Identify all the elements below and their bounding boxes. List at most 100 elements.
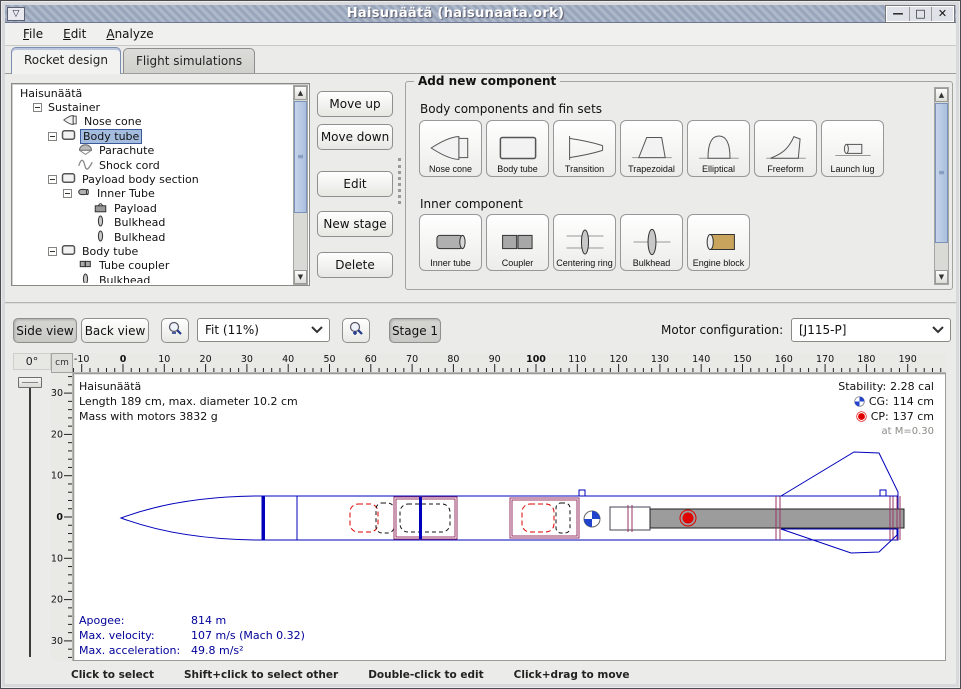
scroll-up-icon[interactable]: ▲: [935, 88, 948, 102]
delete-button[interactable]: Delete: [317, 252, 393, 278]
tree-item-inner-tube[interactable]: Inner Tube: [14, 187, 292, 201]
tree-item-shock-cord[interactable]: Shock cord: [14, 158, 292, 172]
back-view-button[interactable]: Back view: [81, 318, 149, 343]
tree-expander-icon[interactable]: [48, 247, 57, 256]
tree-scrollbar[interactable]: ▲ ≡ ▼: [293, 85, 308, 285]
tree-expander-icon[interactable]: [48, 132, 57, 141]
elliptical-icon: [697, 133, 741, 163]
stage-1-toggle[interactable]: Stage 1: [389, 318, 441, 343]
tree-item-body-tube[interactable]: Body tube: [14, 244, 292, 258]
svg-text:30: 30: [51, 636, 63, 647]
tree-scrollbar-thumb[interactable]: ≡: [294, 101, 307, 213]
cg-legend-icon: [854, 396, 865, 407]
svg-text:130: 130: [651, 354, 669, 365]
rotation-angle-label: 0°: [13, 353, 51, 370]
add-coupler-button[interactable]: Coupler: [486, 214, 549, 271]
menu-item-analyze[interactable]: Analyze: [96, 25, 163, 43]
window-menu-icon[interactable]: ▽: [7, 7, 25, 21]
add-body-tube-button[interactable]: Body tube: [486, 120, 549, 177]
tree-item-bulkhead[interactable]: Bulkhead: [14, 230, 292, 244]
tree-item-nose-cone[interactable]: Nose cone: [14, 115, 292, 129]
add-launch-lug-button[interactable]: Launch lug: [821, 120, 884, 177]
tree-item-bulkhead[interactable]: Bulkhead: [14, 273, 292, 283]
tree-expander-icon[interactable]: [33, 103, 42, 112]
palette-scrollbar[interactable]: ▲ ≡ ▼: [934, 87, 949, 285]
add-freeform-button[interactable]: Freeform: [754, 120, 817, 177]
rotation-slider-handle[interactable]: [18, 377, 42, 388]
chevron-down-icon: [309, 323, 325, 337]
svg-text:110: 110: [568, 354, 586, 365]
centering-icon: [563, 227, 607, 257]
tab-flight-simulations[interactable]: Flight simulations: [123, 48, 255, 74]
edit-button[interactable]: Edit: [317, 171, 393, 197]
app-window: ▽ Haisunäätä (haisunaata.ork) — □ ✕ File…: [0, 0, 961, 689]
cg-label: CG:: [869, 394, 889, 409]
window-controls: — □ ✕: [886, 6, 954, 22]
tree-item-payload-body-section[interactable]: Payload body section: [14, 172, 292, 186]
tab-rocket-design[interactable]: Rocket design: [11, 47, 121, 74]
tree-item-payload[interactable]: Payload: [14, 201, 292, 215]
zoom-out-button[interactable]: [161, 318, 189, 343]
zoom-level-value: Fit (11%): [205, 323, 259, 337]
add-transition-button[interactable]: Transition: [553, 120, 616, 177]
svg-text:90: 90: [489, 354, 501, 365]
inner-component-label: Inner component: [420, 197, 523, 211]
tree-expander-icon[interactable]: [63, 189, 72, 198]
tree-item-sustainer[interactable]: Sustainer: [14, 100, 292, 114]
scroll-up-icon[interactable]: ▲: [294, 86, 307, 100]
move-up-button[interactable]: Move up: [317, 91, 393, 117]
rocket-info-line: Mass with motors 3832 g: [79, 409, 298, 424]
window-title: Haisunäätä (haisunaata.ork): [25, 6, 886, 21]
new-stage-button[interactable]: New stage: [317, 211, 393, 237]
tree-item-bulkhead[interactable]: Bulkhead: [14, 216, 292, 230]
svg-text:100: 100: [526, 354, 546, 365]
add-elliptical-button[interactable]: Elliptical: [687, 120, 750, 177]
add-engine-block-button[interactable]: Engine block: [687, 214, 750, 271]
tree-item-tube-coupler[interactable]: Tube coupler: [14, 259, 292, 273]
zoom-level-select[interactable]: Fit (11%): [197, 318, 330, 342]
status-hint: Shift+click to select other: [184, 669, 338, 681]
tree-item-parachute[interactable]: Parachute: [14, 144, 292, 158]
bulkhead-icon: [93, 215, 108, 227]
add-bulkhead-button[interactable]: Bulkhead: [620, 214, 683, 271]
maximize-button[interactable]: □: [909, 7, 931, 21]
tree-expander-icon[interactable]: [48, 175, 57, 184]
side-view-button[interactable]: Side view: [13, 318, 77, 343]
menu-item-edit[interactable]: Edit: [53, 25, 96, 43]
tree-item-body-tube[interactable]: Body tube: [14, 129, 292, 143]
split-handle[interactable]: [398, 158, 401, 204]
add-inner-tube-button[interactable]: Inner tube: [419, 214, 482, 271]
status-hint: Click to select: [71, 669, 154, 681]
menu-item-file[interactable]: File: [13, 25, 53, 43]
cg-value: 114 cm: [893, 394, 934, 409]
rotation-slider-track[interactable]: [29, 381, 31, 657]
add-trapezoidal-button[interactable]: Trapezoidal: [620, 120, 683, 177]
parachute-icon: [78, 143, 93, 155]
svg-text:120: 120: [610, 354, 628, 365]
nosecone-icon: [63, 114, 78, 126]
minimize-button[interactable]: —: [887, 7, 909, 21]
scroll-down-icon[interactable]: ▼: [294, 270, 307, 284]
tree-item-haisunäätä[interactable]: Haisunäätä: [14, 86, 292, 100]
tab-row: Rocket designFlight simulations: [5, 46, 956, 74]
palette-scrollbar-thumb[interactable]: ≡: [935, 103, 948, 243]
move-down-button[interactable]: Move down: [317, 124, 393, 150]
add-nose-cone-button[interactable]: Nose cone: [419, 120, 482, 177]
svg-text:30: 30: [241, 354, 253, 365]
flight-stat-row: Max. velocity:107 m/s (Mach 0.32): [79, 628, 305, 643]
close-button[interactable]: ✕: [931, 7, 953, 21]
cp-value: 137 cm: [893, 409, 934, 424]
svg-text:60: 60: [365, 354, 377, 365]
svg-text:190: 190: [899, 354, 917, 365]
zoom-in-button[interactable]: [342, 318, 370, 343]
svg-text:20: 20: [200, 354, 212, 365]
motor-configuration-select[interactable]: [J115-P]: [791, 318, 951, 342]
svg-text:180: 180: [857, 354, 875, 365]
magnifier-minus-icon: [167, 321, 183, 337]
bulkhead-icon: [93, 230, 108, 242]
add-centering-ring-button[interactable]: Centering ring: [553, 214, 616, 271]
ruler-unit-label: cm: [51, 353, 73, 373]
scroll-down-icon[interactable]: ▼: [935, 270, 948, 284]
svg-text:50: 50: [323, 354, 335, 365]
cp-legend-icon: [856, 411, 867, 422]
